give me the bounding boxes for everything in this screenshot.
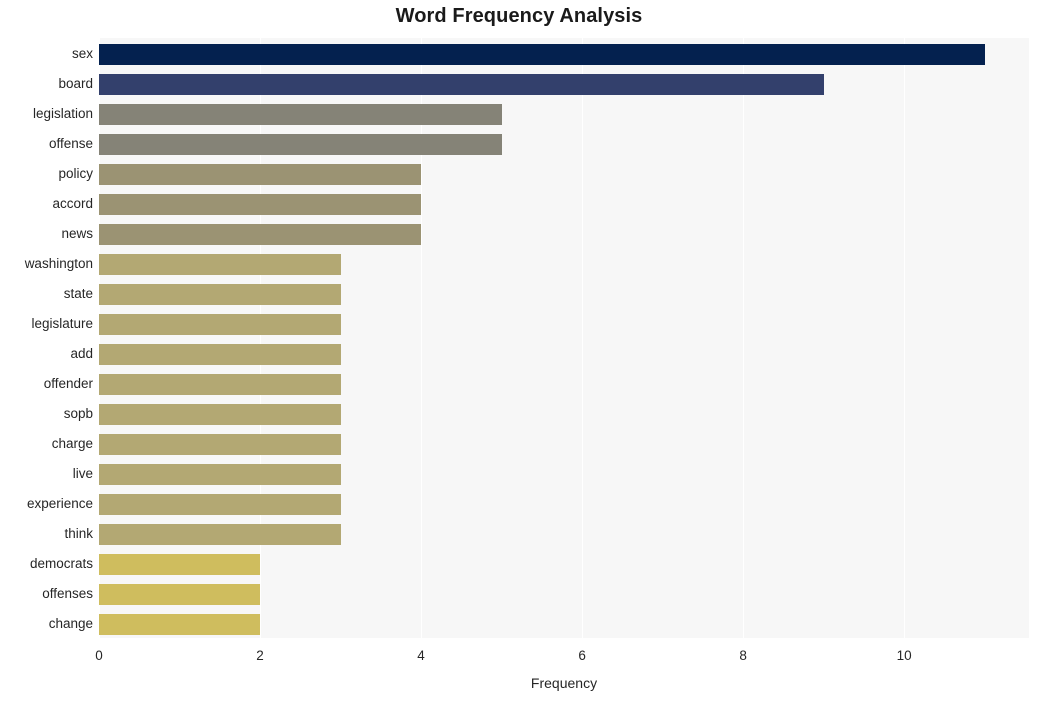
x-axis-labels: 0 2 4 6 8 10 — [0, 648, 1038, 668]
y-tick-label: add — [70, 346, 93, 361]
gridline-x-8 — [743, 38, 745, 638]
bar — [99, 613, 261, 635]
y-tick-label: charge — [51, 436, 93, 451]
bar — [99, 103, 502, 125]
y-tick-label: offense — [48, 136, 93, 151]
y-tick-label: change — [48, 616, 93, 631]
gridline-x-10 — [904, 38, 906, 638]
y-tick-label: offender — [43, 376, 93, 391]
x-tick-label: 6 — [578, 648, 586, 663]
y-tick-label: news — [61, 226, 93, 241]
bar — [99, 73, 824, 95]
gridline-x-6 — [582, 38, 584, 638]
bar — [99, 493, 341, 515]
x-tick-label: 2 — [256, 648, 264, 663]
bar — [99, 553, 261, 575]
bar — [99, 253, 341, 275]
bar — [99, 163, 422, 185]
x-tick-label: 0 — [95, 648, 103, 663]
y-tick-label: washington — [24, 256, 93, 271]
y-tick-label: live — [72, 466, 93, 481]
word-frequency-chart: Word Frequency Analysis sex board legislat… — [0, 0, 1038, 701]
y-tick-label: offenses — [42, 586, 93, 601]
y-tick-label: experience — [26, 496, 93, 511]
y-tick-label: sopb — [63, 406, 93, 421]
y-tick-label: democrats — [29, 556, 93, 571]
bar — [99, 283, 341, 305]
y-tick-label: think — [64, 526, 93, 541]
x-axis-title: Frequency — [530, 675, 598, 691]
y-tick-label: board — [58, 76, 93, 91]
y-tick-label: legislature — [31, 316, 93, 331]
bar — [99, 193, 422, 215]
plot-area — [99, 38, 1029, 638]
bar — [99, 523, 341, 545]
bar — [99, 463, 341, 485]
chart-title: Word Frequency Analysis — [395, 5, 643, 27]
bar — [99, 343, 341, 365]
y-tick-label: state — [63, 286, 93, 301]
bar — [99, 133, 502, 155]
y-tick-label: accord — [52, 196, 93, 211]
y-tick-label: sex — [71, 46, 93, 61]
bar — [99, 583, 261, 605]
x-tick-label: 10 — [896, 648, 912, 663]
gridline-x-4 — [421, 38, 423, 638]
bar — [99, 433, 341, 455]
bar — [99, 403, 341, 425]
gridline-x-0 — [99, 38, 100, 638]
y-tick-label: legislation — [32, 106, 93, 121]
bar — [99, 223, 422, 245]
bar — [99, 373, 341, 395]
bar — [99, 43, 985, 65]
x-tick-label: 8 — [739, 648, 747, 663]
y-axis-labels: sex board legislation offense policy accord ne… — [0, 38, 93, 638]
bar — [99, 313, 341, 335]
y-tick-label: policy — [58, 166, 93, 181]
gridline-x-2 — [260, 38, 262, 638]
x-tick-label: 4 — [417, 648, 425, 663]
